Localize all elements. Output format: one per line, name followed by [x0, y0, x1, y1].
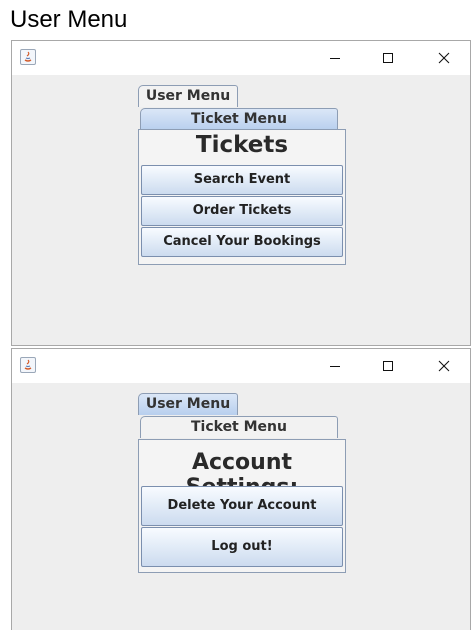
search-event-button[interactable]: Search Event	[141, 165, 343, 195]
tab-ticket-menu[interactable]: Ticket Menu	[140, 416, 338, 438]
cancel-bookings-button[interactable]: Cancel Your Bookings	[141, 227, 343, 257]
account-settings-panel: Account Settings: Delete Your Account Lo…	[138, 439, 346, 573]
tickets-panel: Tickets Search Event Order Tickets Cance…	[138, 129, 346, 265]
close-icon[interactable]	[421, 41, 467, 75]
order-tickets-button[interactable]: Order Tickets	[141, 196, 343, 226]
logout-button[interactable]: Log out!	[141, 527, 343, 567]
figure-caption: User Menu	[10, 6, 128, 33]
title-bar[interactable]	[12, 349, 470, 383]
window-ticket-menu: User Menu Ticket Menu Tickets Search Eve…	[11, 40, 471, 346]
close-icon[interactable]	[421, 349, 467, 383]
window-user-menu: User Menu Ticket Menu Account Settings: …	[11, 348, 471, 630]
tab-user-menu[interactable]: User Menu	[138, 85, 238, 107]
java-icon[interactable]	[20, 357, 36, 373]
title-bar[interactable]	[12, 41, 470, 75]
minimize-icon[interactable]	[312, 349, 358, 383]
delete-account-button[interactable]: Delete Your Account	[141, 486, 343, 526]
maximize-icon[interactable]	[365, 349, 411, 383]
java-icon[interactable]	[20, 49, 36, 65]
tab-user-menu[interactable]: User Menu	[138, 393, 238, 415]
panel-title: Tickets	[195, 132, 289, 158]
maximize-icon[interactable]	[365, 41, 411, 75]
minimize-icon[interactable]	[312, 41, 358, 75]
tab-ticket-menu[interactable]: Ticket Menu	[140, 108, 338, 130]
